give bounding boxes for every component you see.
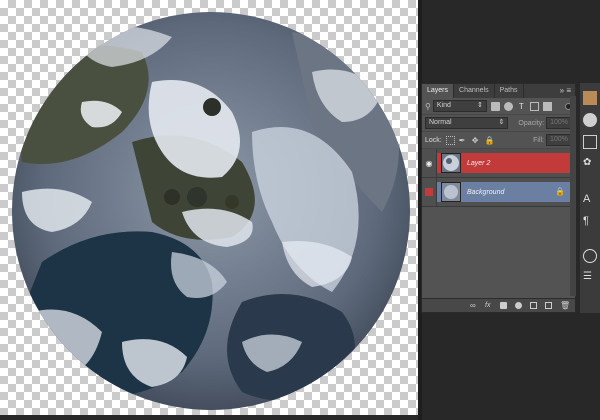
filter-kind-value: Kind [436,102,451,109]
styles-icon[interactable]: ✿ [583,157,597,171]
lock-position-icon[interactable]: ✥ [472,136,481,145]
filter-shape-icon[interactable] [529,101,539,111]
thumbnail-image [443,155,459,171]
layer-visibility-toggle[interactable] [422,178,437,206]
earth-satellite-photo [12,12,410,410]
blend-mode-value: Normal [429,119,452,126]
paragraph-icon[interactable]: ¶ [583,215,597,229]
add-mask-icon[interactable] [500,302,507,309]
layers-panel[interactable]: Layers Channels Paths » ≡ ⚲ Kind ⇕ T Nor… [421,83,576,313]
trash-icon[interactable]: 🗑 [560,302,570,310]
layer-name[interactable]: Layer 2 [467,160,490,167]
layer-name[interactable]: Background [467,189,504,196]
earth-image [12,12,410,410]
lock-label: Lock: [425,136,442,144]
eye-icon: ◉ [425,158,433,168]
filter-pixel-icon[interactable] [490,101,500,111]
select-arrows-icon: ⇕ [498,119,505,126]
thumbnail-image [442,183,460,201]
visibility-off-icon [425,188,433,196]
new-group-icon[interactable] [530,302,537,309]
layer-thumbnail [441,153,461,173]
fx-icon[interactable]: fx [485,302,492,309]
lock-transparent-icon[interactable] [445,135,455,145]
properties-icon[interactable]: ☰ [583,271,597,285]
layers-scrollbar[interactable] [570,96,576,296]
right-toolbar: ✿ A ¶ ☰ [580,83,600,313]
filter-adjustment-icon[interactable] [503,101,513,111]
lock-image-icon[interactable]: ✒ [459,136,468,145]
fill-label: Fill: [533,136,544,144]
blend-mode-select[interactable]: Normal ⇕ [425,117,509,129]
opacity-value: 100% [550,119,568,126]
layer-row-layer2[interactable]: ◉ Layer 2 [422,149,575,178]
link-layers-icon[interactable]: ∞ [470,302,477,310]
layer-row-background[interactable]: Background 🔒 [422,178,575,207]
selected-layer-highlight: Layer 2 [437,153,573,173]
opacity-field[interactable]: 100% [546,117,572,129]
background-layer-strip: Background 🔒 [437,182,573,202]
swatches-icon[interactable] [583,113,597,127]
tab-channels[interactable]: Channels [454,84,495,98]
search-icon: ⚲ [425,101,431,111]
character-icon[interactable]: A [583,193,597,207]
blend-row: Normal ⇕ Opacity: 100% [422,115,575,132]
lock-all-icon[interactable]: 🔒 [485,136,495,145]
adjustment-layer-icon[interactable] [515,302,522,309]
canvas-area[interactable] [0,0,418,420]
filter-row: ⚲ Kind ⇕ T [422,98,575,115]
layer-visibility-toggle[interactable]: ◉ [422,149,437,177]
tab-layers[interactable]: Layers [422,84,455,98]
select-arrows-icon: ⇕ [476,102,483,109]
opacity-label: Opacity: [518,119,545,127]
filter-kind-select[interactable]: Kind ⇕ [432,100,487,112]
document-canvas[interactable] [0,0,418,415]
fill-field[interactable]: 100% [546,134,572,146]
layer-thumbnail [441,182,461,202]
filter-type-icon[interactable]: T [517,102,526,111]
panel-footer: ∞ fx 🗑 [422,298,575,312]
new-layer-icon[interactable] [545,302,552,309]
lock-row: Lock: ✒ ✥ 🔒 Fill: 100% [422,132,575,149]
color-icon[interactable] [583,91,597,105]
fill-value: 100% [550,136,568,143]
tab-paths[interactable]: Paths [495,84,524,98]
adjustments-icon[interactable] [583,135,597,149]
layer-comps-icon[interactable] [583,249,597,263]
panel-tabs: Layers Channels Paths » ≡ [422,84,575,98]
lock-icon: 🔒 [555,187,565,196]
filter-smart-icon[interactable] [542,101,552,111]
